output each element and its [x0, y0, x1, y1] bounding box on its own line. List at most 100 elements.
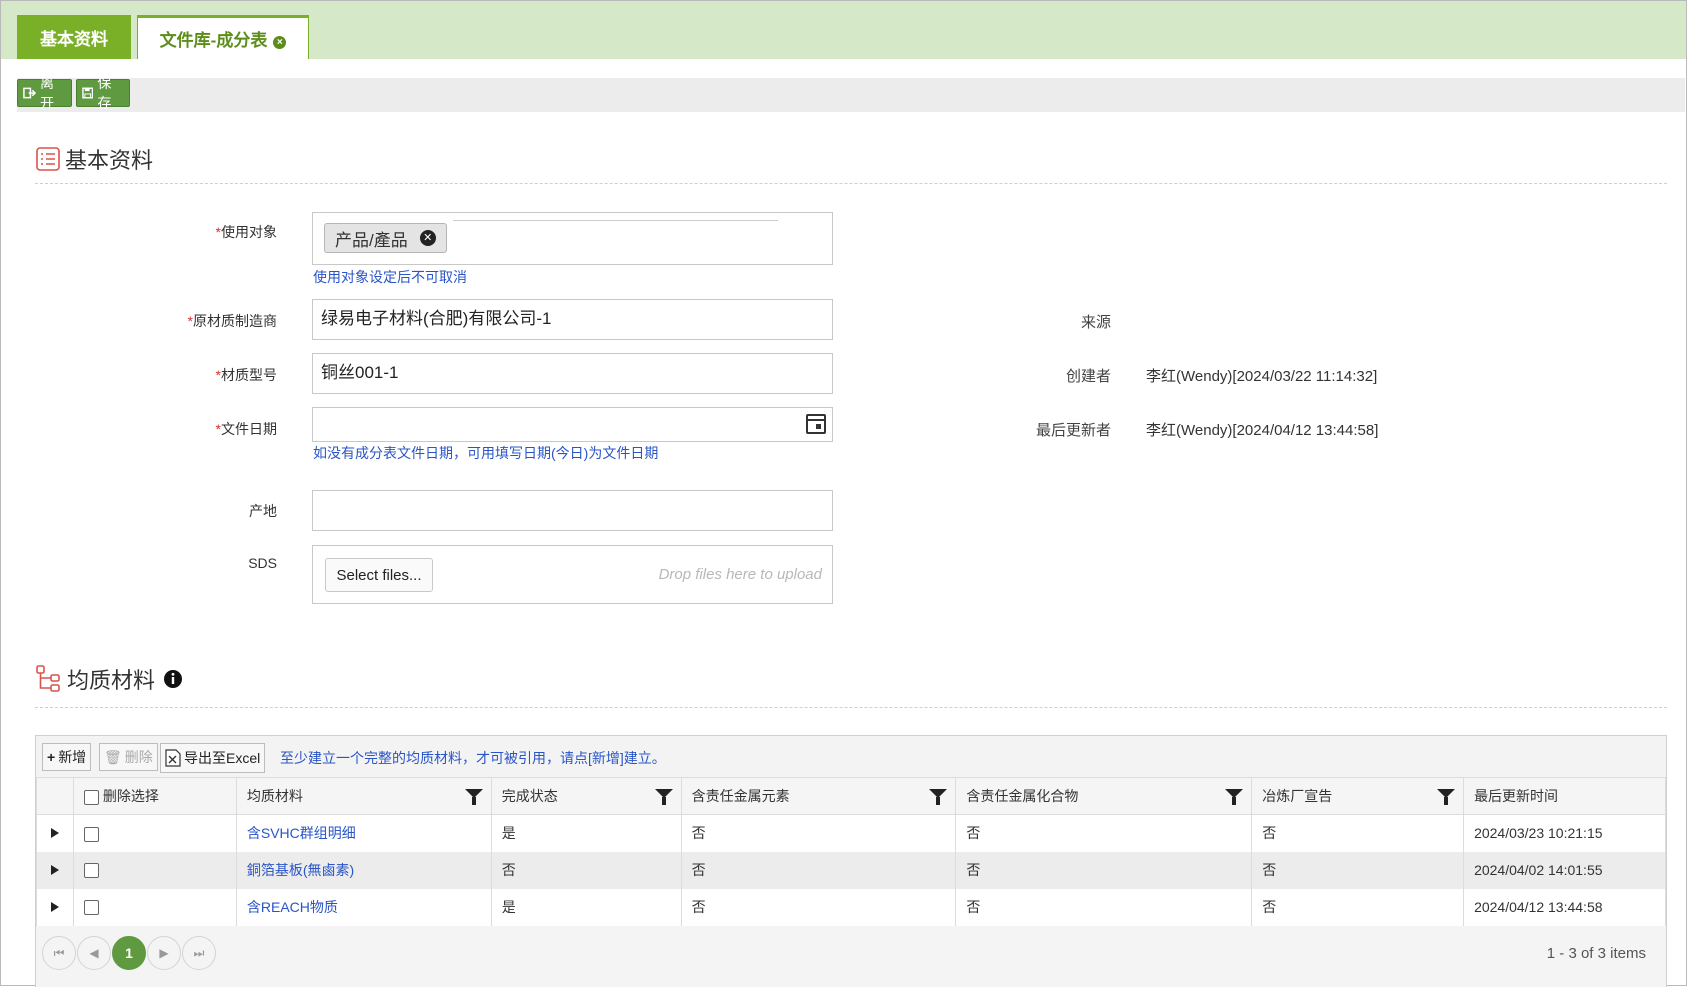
filter-icon[interactable]: [1225, 789, 1244, 805]
date-label: *文件日期: [215, 421, 277, 437]
target-hint: 使用对象设定后不可取消: [313, 269, 467, 285]
page-info: 1 - 3 of 3 items: [1546, 945, 1646, 962]
table-row: 含SVHC群组明细 是 否 否 否 2024/03/23 10:21:15: [36, 814, 1666, 852]
status-cell: 否: [490, 851, 682, 889]
material-link[interactable]: 銅箔基板(無鹵素): [247, 862, 354, 878]
tab-basic-info[interactable]: 基本资料: [17, 15, 131, 59]
delete-label: 删除: [124, 749, 153, 765]
filter-icon[interactable]: [464, 789, 483, 805]
origin-input[interactable]: [312, 490, 833, 531]
table-header-row: 删除选择 均质材料 完成状态 含责任金属元素 含责任金属化合物 冶炼厂宣告 最后…: [36, 777, 1666, 815]
materials-table: 删除选择 均质材料 完成状态 含责任金属元素 含责任金属化合物 冶炼厂宣告 最后…: [36, 777, 1666, 926]
model-label: *材质型号: [215, 367, 277, 383]
updated-cell: 2024/03/23 10:21:15: [1463, 814, 1666, 852]
leave-button[interactable]: 离开: [17, 75, 72, 111]
row-checkbox[interactable]: [83, 863, 99, 879]
row-checkbox[interactable]: [83, 826, 99, 842]
filter-icon[interactable]: [1437, 789, 1456, 805]
app-window: 基本资料 文件库-成分表 × 离开 保存 基本资料 *使用对象 产品/產品 ✕ …: [0, 0, 1687, 987]
materials-grid: + 新增 🗑 删除 导出至Excel 至少建立一个完整的均质材料，才可被引用，请…: [35, 735, 1667, 987]
grid-note: 至少建立一个完整的均质材料，才可被引用，请点[新增]建立。: [280, 750, 666, 766]
previous-page-icon[interactable]: ◀: [77, 936, 111, 970]
calendar-icon[interactable]: [806, 414, 826, 434]
tab-document-composition[interactable]: 文件库-成分表 ×: [137, 15, 309, 59]
save-button[interactable]: 保存: [76, 75, 130, 111]
next-page-icon[interactable]: ▶: [147, 936, 181, 970]
manufacturer-label: *原材质制造商: [187, 313, 277, 329]
add-button[interactable]: + 新增: [42, 743, 92, 771]
toolbar: 离开 保存: [17, 75, 1685, 112]
input-underline: [453, 220, 778, 221]
add-label: 新增: [58, 749, 87, 765]
excel-file-icon: [165, 749, 181, 767]
filter-icon[interactable]: [654, 789, 673, 805]
delete-button[interactable]: 🗑 删除: [99, 743, 158, 771]
exit-icon: [23, 87, 36, 99]
chip-label: 产品/產品: [335, 230, 408, 250]
column-header-updated: 最后更新时间: [1463, 777, 1666, 815]
column-header-delete-select: 删除选择: [72, 777, 237, 815]
info-icon[interactable]: [163, 669, 183, 689]
last-page-icon[interactable]: ⏭: [182, 936, 216, 970]
column-header-metal[interactable]: 含责任金属元素: [680, 777, 957, 815]
floppy-disk-icon: [82, 87, 94, 99]
tab-label: 文件库-成分表: [159, 31, 268, 50]
material-link[interactable]: 含SVHC群组明细: [247, 825, 356, 841]
list-icon: [36, 147, 60, 171]
section-title: 基本资料: [65, 148, 154, 173]
date-value: [313, 417, 329, 436]
creator-label: 创建者: [1065, 368, 1111, 385]
expand-row-icon[interactable]: [51, 902, 59, 912]
manufacturer-input[interactable]: 绿易电子材料(合肥)有限公司-1: [312, 299, 833, 340]
model-input[interactable]: 铜丝001-1: [312, 353, 833, 394]
select-files-button[interactable]: Select files...: [325, 558, 433, 592]
plus-icon: +: [47, 749, 56, 765]
column-header-smelter[interactable]: 冶炼厂宣告: [1251, 777, 1465, 815]
updated-cell: 2024/04/12 13:44:58: [1463, 888, 1666, 926]
metal-cell: 否: [680, 814, 957, 852]
expand-row-icon[interactable]: [51, 828, 59, 839]
row-checkbox[interactable]: [83, 900, 99, 916]
metal-cell: 否: [680, 888, 957, 926]
save-label: 保存: [97, 75, 112, 111]
tab-strip: 基本资料 文件库-成分表 ×: [1, 1, 1686, 59]
close-tab-icon[interactable]: ×: [273, 36, 287, 49]
export-label: 导出至Excel: [184, 750, 261, 766]
drop-hint: Drop files here to upload: [658, 566, 822, 583]
sds-upload-dropzone[interactable]: Select files... Drop files here to uploa…: [312, 545, 833, 604]
metal-cell: 否: [680, 851, 957, 889]
grid-toolbar: + 新增 🗑 删除 导出至Excel 至少建立一个完整的均质材料，才可被引用，请…: [36, 736, 1666, 776]
select-all-checkbox[interactable]: [83, 789, 99, 805]
compound-cell: 否: [955, 851, 1253, 889]
material-link[interactable]: 含REACH物质: [247, 899, 338, 915]
page-button-current[interactable]: 1: [112, 936, 146, 970]
target-chip: 产品/產品 ✕: [324, 223, 447, 253]
first-page-icon[interactable]: ⏮: [42, 936, 76, 970]
table-row: 含REACH物质 是 否 否 否 2024/04/12 13:44:58: [36, 888, 1666, 926]
date-hint: 如没有成分表文件日期，可用填写日期(今日)为文件日期: [313, 445, 659, 461]
sds-label: SDS: [248, 555, 277, 571]
date-picker-input[interactable]: [312, 407, 833, 442]
section-title: 均质材料: [67, 668, 156, 693]
compound-cell: 否: [955, 814, 1253, 852]
table-row: 銅箔基板(無鹵素) 否 否 否 否 2024/04/02 14:01:55: [36, 851, 1666, 889]
basic-info-header: 基本资料: [35, 143, 153, 175]
column-header-material[interactable]: 均质材料: [235, 777, 492, 815]
creator-value: 李红(Wendy)[2024/03/22 11:14:32]: [1146, 368, 1378, 385]
column-header-compound[interactable]: 含责任金属化合物: [955, 777, 1253, 815]
leave-label: 离开: [40, 75, 54, 111]
export-excel-button[interactable]: 导出至Excel: [160, 743, 266, 773]
target-label: *使用对象: [215, 224, 277, 240]
smelter-cell: 否: [1251, 851, 1465, 889]
filter-icon[interactable]: [929, 789, 948, 805]
expand-column-header: [36, 777, 74, 815]
smelter-cell: 否: [1251, 814, 1465, 852]
tree-structure-icon: [36, 665, 60, 692]
target-multiselect[interactable]: 产品/產品 ✕: [312, 212, 833, 265]
expand-row-icon[interactable]: [51, 865, 59, 875]
remove-chip-icon[interactable]: ✕: [419, 230, 436, 246]
status-cell: 是: [490, 814, 682, 852]
origin-label: 产地: [249, 503, 277, 519]
updater-label: 最后更新者: [1035, 422, 1111, 439]
column-header-status[interactable]: 完成状态: [490, 777, 682, 815]
